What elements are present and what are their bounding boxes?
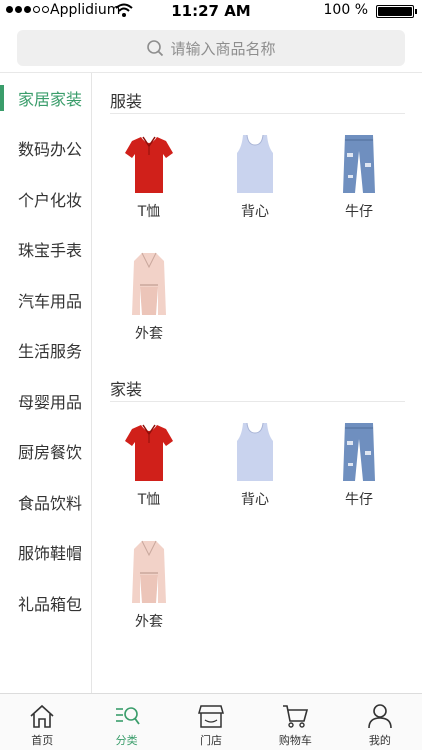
- product-tile[interactable]: T恤: [104, 133, 194, 221]
- jeans-icon: [343, 423, 375, 481]
- sidebar-item-jewelry-watches[interactable]: 珠宝手表: [0, 224, 92, 274]
- sidebar-item-apparel[interactable]: 服饰鞋帽: [0, 527, 92, 577]
- category-search-icon: [115, 707, 140, 725]
- sidebar-item-label: 礼品箱包: [18, 595, 83, 614]
- sidebar-item-gifts-bags[interactable]: 礼品箱包: [0, 578, 92, 628]
- tank-top-icon: [237, 134, 273, 193]
- tshirt-icon: [125, 424, 173, 481]
- sidebar-item-label: 珠宝手表: [18, 241, 83, 260]
- product-tile[interactable]: 外套: [104, 251, 194, 343]
- search-placeholder: 请输入商品名称: [170, 39, 276, 58]
- tab-home[interactable]: 首页: [0, 694, 84, 750]
- product-label: 牛仔: [345, 492, 373, 508]
- sidebar-item-label: 个户化妆: [18, 191, 83, 210]
- tab-label: 购物车: [278, 734, 312, 747]
- battery-percent: 100 %: [323, 2, 368, 18]
- sidebar-item-label: 家居家装: [18, 90, 83, 109]
- product-label: T恤: [137, 204, 161, 220]
- sidebar-item-label: 汽车用品: [18, 292, 83, 311]
- tab-label: 我的: [368, 734, 391, 747]
- section-title: 家装: [110, 380, 143, 399]
- product-tile[interactable]: 牛仔: [314, 421, 404, 509]
- user-icon: [368, 704, 392, 729]
- product-label: T恤: [137, 492, 161, 508]
- product-tile[interactable]: 牛仔: [314, 133, 404, 221]
- bottom-tab-bar: 首页 分类 门店 购物车 我的: [0, 693, 422, 750]
- sidebar-item-cosmetics[interactable]: 个户化妆: [0, 174, 92, 224]
- tshirt-icon: [125, 136, 173, 193]
- sidebar-item-digital-office[interactable]: 数码办公: [0, 123, 92, 173]
- cart-icon: [283, 705, 309, 728]
- jeans-icon: [343, 135, 375, 193]
- tab-category[interactable]: 分类: [84, 694, 168, 750]
- product-label: 背心: [241, 492, 269, 508]
- sidebar-item-label: 食品饮料: [18, 494, 83, 513]
- sidebar-item-mother-baby[interactable]: 母婴用品: [0, 376, 92, 426]
- section-title: 服装: [110, 92, 143, 111]
- search-input[interactable]: 请输入商品名称: [17, 30, 405, 66]
- sidebar-item-label: 数码办公: [18, 140, 83, 159]
- tab-label: 分类: [115, 734, 138, 747]
- sidebar-item-label: 服饰鞋帽: [18, 544, 83, 563]
- product-label: 背心: [241, 204, 269, 220]
- product-label: 牛仔: [345, 204, 373, 220]
- sidebar-item-food-drinks[interactable]: 食品饮料: [0, 477, 92, 527]
- sidebar-item-label: 母婴用品: [18, 393, 83, 412]
- status-bar: Applidium 11:27 AM 100 %: [0, 0, 422, 22]
- sidebar-item-label: 生活服务: [18, 342, 83, 361]
- home-icon: [30, 704, 54, 728]
- sidebar-item-life-services[interactable]: 生活服务: [0, 325, 92, 375]
- product-label: 外套: [135, 614, 163, 630]
- product-label: 外套: [135, 326, 163, 342]
- tab-label: 首页: [31, 734, 54, 747]
- category-sidebar: 家居家装 数码办公 个户化妆 珠宝手表 汽车用品 生活服务 母婴用品 厨房餐饮 …: [0, 73, 92, 693]
- sidebar-item-kitchen-dining[interactable]: 厨房餐饮: [0, 426, 92, 476]
- product-tile[interactable]: 外套: [104, 539, 194, 631]
- product-tile[interactable]: T恤: [104, 421, 194, 509]
- tab-label: 门店: [200, 734, 223, 747]
- tab-cart[interactable]: 购物车: [253, 694, 337, 750]
- coat-icon: [132, 540, 166, 603]
- tab-profile[interactable]: 我的: [338, 694, 422, 750]
- product-tile[interactable]: 背心: [210, 421, 300, 509]
- sidebar-item-label: 厨房餐饮: [18, 443, 83, 462]
- section-divider: [110, 113, 405, 114]
- coat-icon: [132, 252, 166, 315]
- battery-icon: [376, 5, 417, 18]
- category-content: 服装 T恤 背心 牛仔 外套 家装 T恤 背心 牛仔 外套: [92, 73, 422, 693]
- search-icon: [147, 40, 164, 57]
- sidebar-item-home-decor[interactable]: 家居家装: [0, 73, 92, 123]
- section-divider: [110, 401, 405, 402]
- tab-store[interactable]: 门店: [169, 694, 253, 750]
- product-tile[interactable]: 背心: [210, 133, 300, 221]
- sidebar-item-auto-supplies[interactable]: 汽车用品: [0, 275, 92, 325]
- store-icon: [198, 705, 225, 728]
- tank-top-icon: [237, 422, 273, 481]
